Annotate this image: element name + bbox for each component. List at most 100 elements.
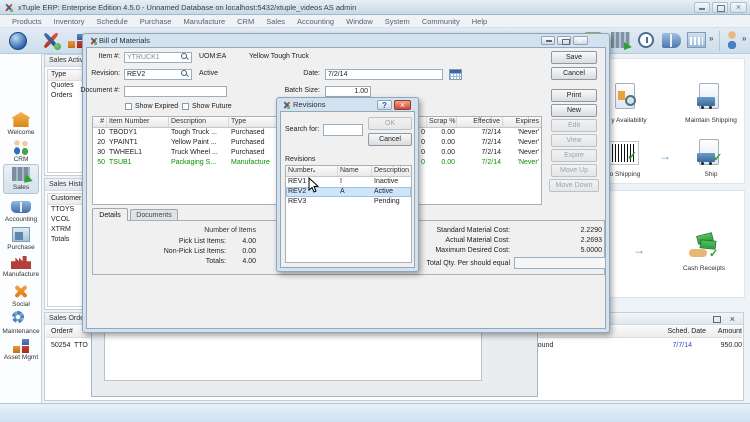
order-number: 50254 [51,340,70,352]
search-input[interactable] [323,124,363,136]
menu-system[interactable]: System [379,17,416,26]
menu-manufacture[interactable]: Manufacture [177,17,231,26]
col-sched-date[interactable]: Sched. Date [636,326,706,338]
col-description[interactable]: Description [372,166,411,176]
new-button[interactable]: New [551,104,597,117]
menu-community[interactable]: Community [416,17,466,26]
time-clock-icon[interactable] [638,32,654,48]
tab-details[interactable]: Details [92,208,128,221]
cell-description: Inactive [372,177,411,187]
revision-row[interactable]: REV3 Pending [286,197,411,207]
sidebar-item-sales[interactable]: Sales [0,164,42,194]
col-order-number[interactable]: Order# [51,326,73,338]
menu-help[interactable]: Help [466,17,493,26]
revision-search-icon[interactable] [181,70,189,78]
menu-purchase[interactable]: Purchase [134,17,178,26]
col-item-number[interactable]: Item Number [107,117,169,127]
revisions-dialog: Revisions Search for: OK Cancel Revision… [276,97,419,272]
dialog-help-button[interactable] [377,100,392,110]
revisions-group-label: Revisions [285,156,325,163]
user-person-icon[interactable] [724,31,740,49]
col-scrap[interactable]: Scrap % [427,117,457,127]
col-effective[interactable]: Effective [457,117,503,127]
menu-inventory[interactable]: Inventory [48,17,91,26]
sales-buildings-icon[interactable] [611,32,630,48]
document-number-input[interactable] [124,86,227,97]
expire-button[interactable]: Expire [551,149,597,162]
date-label: Date: [280,70,320,77]
menu-schedule[interactable]: Schedule [90,17,133,26]
close-button[interactable] [730,2,747,13]
ship-shortcut[interactable] [695,139,727,171]
save-button[interactable]: Save [551,51,597,64]
show-future-checkbox[interactable] [182,103,189,110]
bom-close-button[interactable] [573,36,588,45]
sidebar-item-social[interactable]: Social [0,282,42,310]
toolbar-overflow-icon[interactable]: » [709,34,713,43]
sidebar-item-purchase[interactable]: Purchase [0,226,42,252]
col-description[interactable]: Description [169,117,229,127]
close-panel-icon[interactable]: × [730,313,735,325]
col-expires[interactable]: Expires [503,117,541,127]
bom-maximize-button[interactable] [557,36,571,45]
sidebar-item-crm[interactable]: CRM [0,138,42,164]
toolbar-overflow2-icon[interactable]: » [742,34,746,43]
move-down-button[interactable]: Move Down [549,179,599,192]
revision-row[interactable]: REV1 I Inactive [286,177,411,187]
screen: xTuple ERP: Enterprise Edition 4.5.0 - U… [0,0,750,422]
truck-icon [697,97,715,106]
sidebar-item-maintenance[interactable]: Maintenance [0,310,42,338]
availability-shortcut[interactable] [613,83,645,115]
col-seq[interactable]: # [93,117,107,127]
sidebar-label: Manufacture [0,271,42,278]
maintain-shipping-shortcut[interactable] [695,83,727,115]
dialog-close-button[interactable] [394,100,411,110]
sidebar-item-welcome[interactable]: Welcome [0,110,42,138]
cell-description: Pending [372,197,411,207]
ok-button[interactable]: OK [368,117,412,130]
revision-row-selected[interactable]: REV2 A Active [286,187,411,197]
non-pick-list-label: Non-Pick List Items: [126,248,226,255]
cell-type: Purchased [229,128,279,138]
ledger-book-icon[interactable] [662,33,681,48]
show-expired-checkbox[interactable] [125,103,132,110]
app-icon [4,3,13,12]
maximize-button[interactable] [712,2,728,13]
col-amount[interactable]: Amount [708,326,742,338]
move-up-button[interactable]: Move Up [551,164,597,177]
col-type[interactable]: Type [229,117,279,127]
to-shipping-shortcut[interactable] [607,139,643,171]
col-number[interactable]: Number [286,166,338,176]
social-icon [12,284,30,299]
sidebar-item-asset-mgmt[interactable]: Asset Mgmt [0,338,42,364]
bom-minimize-button[interactable] [541,36,555,45]
dialog-cancel-button[interactable]: Cancel [368,133,412,146]
item-search-icon[interactable] [181,53,189,61]
batch-size-input[interactable] [325,86,371,97]
float-panel-icon[interactable] [713,316,721,323]
menu-window[interactable]: Window [340,17,379,26]
col-name[interactable]: Name [338,166,372,176]
sidebar-item-accounting[interactable]: Accounting [0,198,42,224]
date-input[interactable] [325,69,443,80]
mouse-cursor [308,177,319,193]
calendar-icon[interactable] [449,69,462,80]
web-globe-icon[interactable] [9,32,27,50]
bom-window-title: Bill of Materials [99,34,150,48]
menu-accounting[interactable]: Accounting [291,17,340,26]
bank-icon[interactable] [687,32,706,48]
show-future-label: Show Future [192,103,232,110]
xtuple-logo-icon[interactable] [40,31,60,50]
cancel-button[interactable]: Cancel [551,67,597,80]
cash-receipts-shortcut[interactable] [687,233,721,265]
menu-products[interactable]: Products [6,17,48,26]
menu-crm[interactable]: CRM [231,17,260,26]
menu-sales[interactable]: Sales [260,17,291,26]
view-button[interactable]: View [551,134,597,147]
minimize-button[interactable] [694,2,710,13]
print-button[interactable]: Print [551,89,597,102]
maximum-cost-label: Maximum Desired Cost: [410,247,510,254]
total-qty-input[interactable] [514,257,606,269]
edit-button[interactable]: Edit [551,119,597,132]
sidebar-item-manufacture[interactable]: Manufacture [0,254,42,280]
